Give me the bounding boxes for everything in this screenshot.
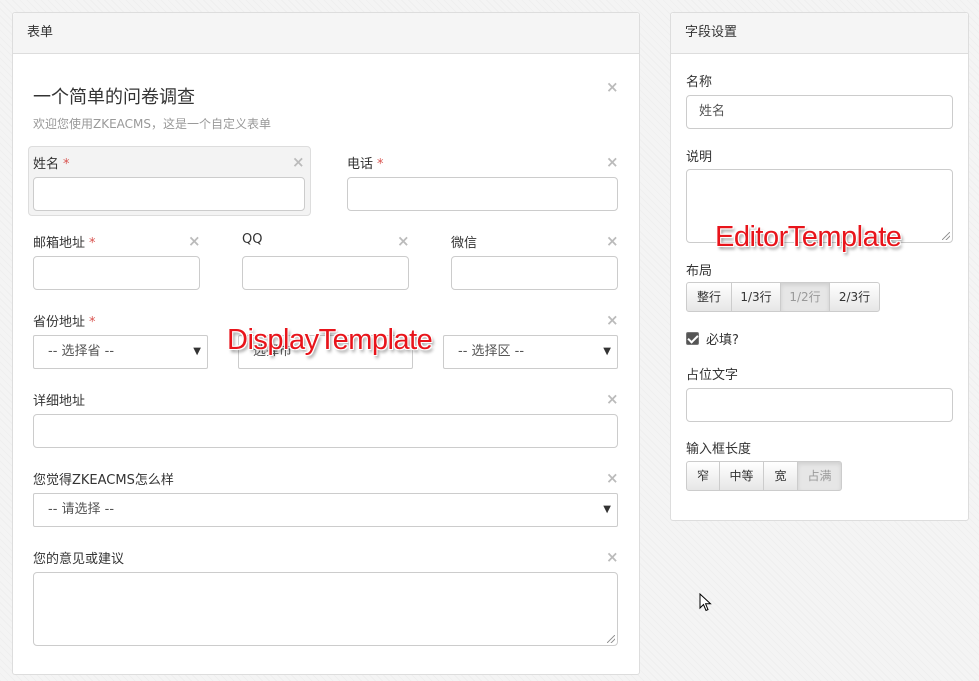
width-narrow-button[interactable]: 窄 <box>686 461 720 491</box>
name-label: 姓名 * <box>33 157 70 172</box>
width-button-group: 窄 中等 宽 占满 <box>686 461 842 491</box>
remove-qq-icon[interactable]: × <box>397 234 410 249</box>
province-select[interactable]: -- 选择省 -- ▼ <box>33 335 208 369</box>
opinion-label: 您觉得ZKEACMS怎么样 <box>33 473 174 488</box>
layout-half-button[interactable]: 1/2行 <box>780 282 830 312</box>
remove-province-icon[interactable]: × <box>606 313 619 328</box>
chevron-down-icon: ▼ <box>603 346 611 357</box>
field-settings-panel: 字段设置 名称 姓名 说明 布局 整行 1/3行 1/2行 2/3行 必填? 占… <box>670 12 969 521</box>
form-subtitle: 欢迎您使用ZKEACMS，这是一个自定义表单 <box>33 117 272 131</box>
chevron-down-icon: ▼ <box>193 346 201 357</box>
width-wide-button[interactable]: 宽 <box>763 461 798 491</box>
placeholder-label: 占位文字 <box>686 368 739 383</box>
layout-full-button[interactable]: 整行 <box>686 282 732 312</box>
width-full-button[interactable]: 占满 <box>797 461 842 491</box>
input-width-label: 输入框长度 <box>686 442 752 457</box>
remove-phone-icon[interactable]: × <box>606 155 619 170</box>
width-medium-button[interactable]: 中等 <box>719 461 764 491</box>
display-template-annotation: DisplayTemplate <box>227 324 433 356</box>
email-input[interactable] <box>33 256 200 290</box>
opinion-select[interactable]: -- 请选择 -- ▼ <box>33 493 618 527</box>
mouse-cursor-icon <box>699 593 712 612</box>
required-label: 必填? <box>706 333 739 348</box>
placeholder-input[interactable] <box>686 388 953 422</box>
resize-grip-icon[interactable] <box>942 232 950 240</box>
form-panel-heading: 表单 <box>13 13 639 54</box>
phone-input[interactable] <box>347 177 618 211</box>
name-setting-label: 名称 <box>686 75 713 90</box>
chevron-down-icon: ▼ <box>603 504 611 515</box>
qq-input[interactable] <box>242 256 409 290</box>
wechat-label: 微信 <box>451 236 478 251</box>
wechat-input[interactable] <box>451 256 618 290</box>
remove-opinion-icon[interactable]: × <box>606 471 619 486</box>
name-input[interactable] <box>33 177 305 211</box>
phone-label: 电话 * <box>347 157 384 172</box>
remove-wechat-icon[interactable]: × <box>606 234 619 249</box>
suggestion-textarea[interactable] <box>33 572 618 646</box>
resize-grip-icon[interactable] <box>607 635 615 643</box>
remove-address-icon[interactable]: × <box>606 392 619 407</box>
required-checkbox[interactable] <box>686 332 699 345</box>
field-settings-heading: 字段设置 <box>671 13 968 54</box>
qq-label: QQ <box>242 232 263 247</box>
email-label: 邮箱地址 * <box>33 236 96 251</box>
suggestion-label: 您的意见或建议 <box>33 552 125 567</box>
layout-two-thirds-button[interactable]: 2/3行 <box>829 282 880 312</box>
layout-label: 布局 <box>686 264 713 279</box>
address-input[interactable] <box>33 414 618 448</box>
address-label: 详细地址 <box>33 394 86 409</box>
layout-one-third-button[interactable]: 1/3行 <box>731 282 781 312</box>
description-label: 说明 <box>686 150 713 165</box>
remove-email-icon[interactable]: × <box>188 234 201 249</box>
editor-template-annotation: EditorTemplate <box>715 221 902 253</box>
remove-suggestion-icon[interactable]: × <box>606 550 619 565</box>
remove-title-icon[interactable]: × <box>606 80 619 95</box>
province-label: 省份地址 * <box>33 315 96 330</box>
district-select[interactable]: -- 选择区 -- ▼ <box>443 335 618 369</box>
layout-button-group: 整行 1/3行 1/2行 2/3行 <box>686 282 880 312</box>
form-title: 一个简单的问卷调查 <box>33 87 195 108</box>
name-setting-input[interactable]: 姓名 <box>686 95 953 129</box>
remove-name-icon[interactable]: × <box>292 155 305 170</box>
